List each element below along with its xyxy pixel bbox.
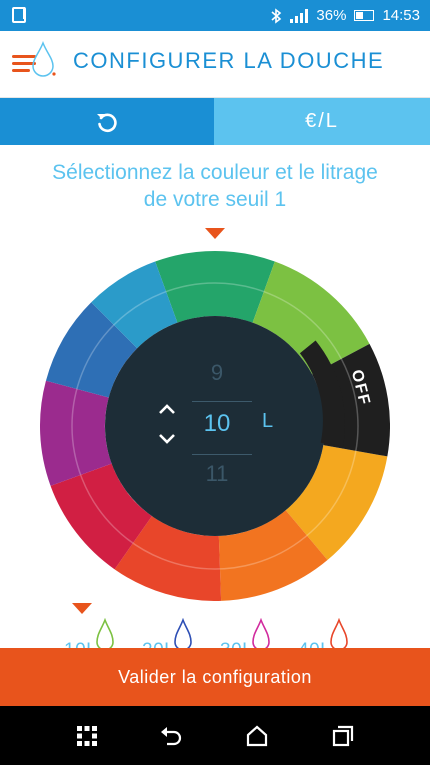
validate-configuration-button[interactable]: Valider la configuration — [0, 648, 430, 706]
menu-button[interactable] — [12, 41, 58, 83]
home-icon[interactable] — [244, 723, 270, 749]
status-indicators: 36% 14:53 — [270, 7, 420, 24]
threshold-list: 10L 20L 30L 40L — [58, 612, 398, 661]
battery-icon — [354, 10, 375, 21]
app-bar: CONFIGURER LA DOUCHE — [0, 31, 430, 98]
picker-current-value[interactable]: 10 — [112, 410, 322, 438]
system-nav-bar — [0, 706, 430, 765]
status-bar: 36% 14:53 — [0, 0, 430, 31]
picker-unit: L — [262, 410, 274, 432]
battery-percent: 36% — [316, 7, 347, 24]
picker-prev-value[interactable]: 9 — [112, 360, 322, 386]
page-title: CONFIGURER LA DOUCHE — [73, 48, 385, 73]
picker-next-value[interactable]: 11 — [112, 461, 322, 487]
picker-selection-line-bottom — [192, 454, 252, 455]
decrement-arrow-icon[interactable] — [156, 428, 178, 450]
recent-apps-icon[interactable] — [330, 723, 356, 749]
mode-tabs: €/L — [0, 98, 430, 145]
notification-icon — [12, 7, 26, 23]
picker-selection-line-top — [192, 401, 252, 402]
liter-picker[interactable]: 9 10 11 L — [112, 330, 322, 540]
clock: 14:53 — [382, 7, 420, 24]
refresh-icon — [97, 113, 117, 132]
instruction-line-2: de votre seuil 1 — [143, 188, 287, 211]
instruction-line-1: Sélectionnez la couleur et le litrage — [52, 161, 378, 184]
tab-reset[interactable] — [0, 98, 214, 145]
increment-arrow-icon[interactable] — [156, 398, 178, 420]
back-icon[interactable] — [158, 723, 184, 749]
signal-icon — [290, 8, 309, 23]
apps-grid-icon[interactable] — [74, 723, 100, 749]
bluetooth-icon — [271, 7, 282, 24]
tab-price-per-liter[interactable]: €/L — [214, 98, 430, 145]
instruction-text: Sélectionnez la couleur et le litrage de… — [20, 159, 410, 213]
water-drop-logo-icon — [32, 41, 56, 77]
selection-pointer-icon — [205, 228, 225, 239]
